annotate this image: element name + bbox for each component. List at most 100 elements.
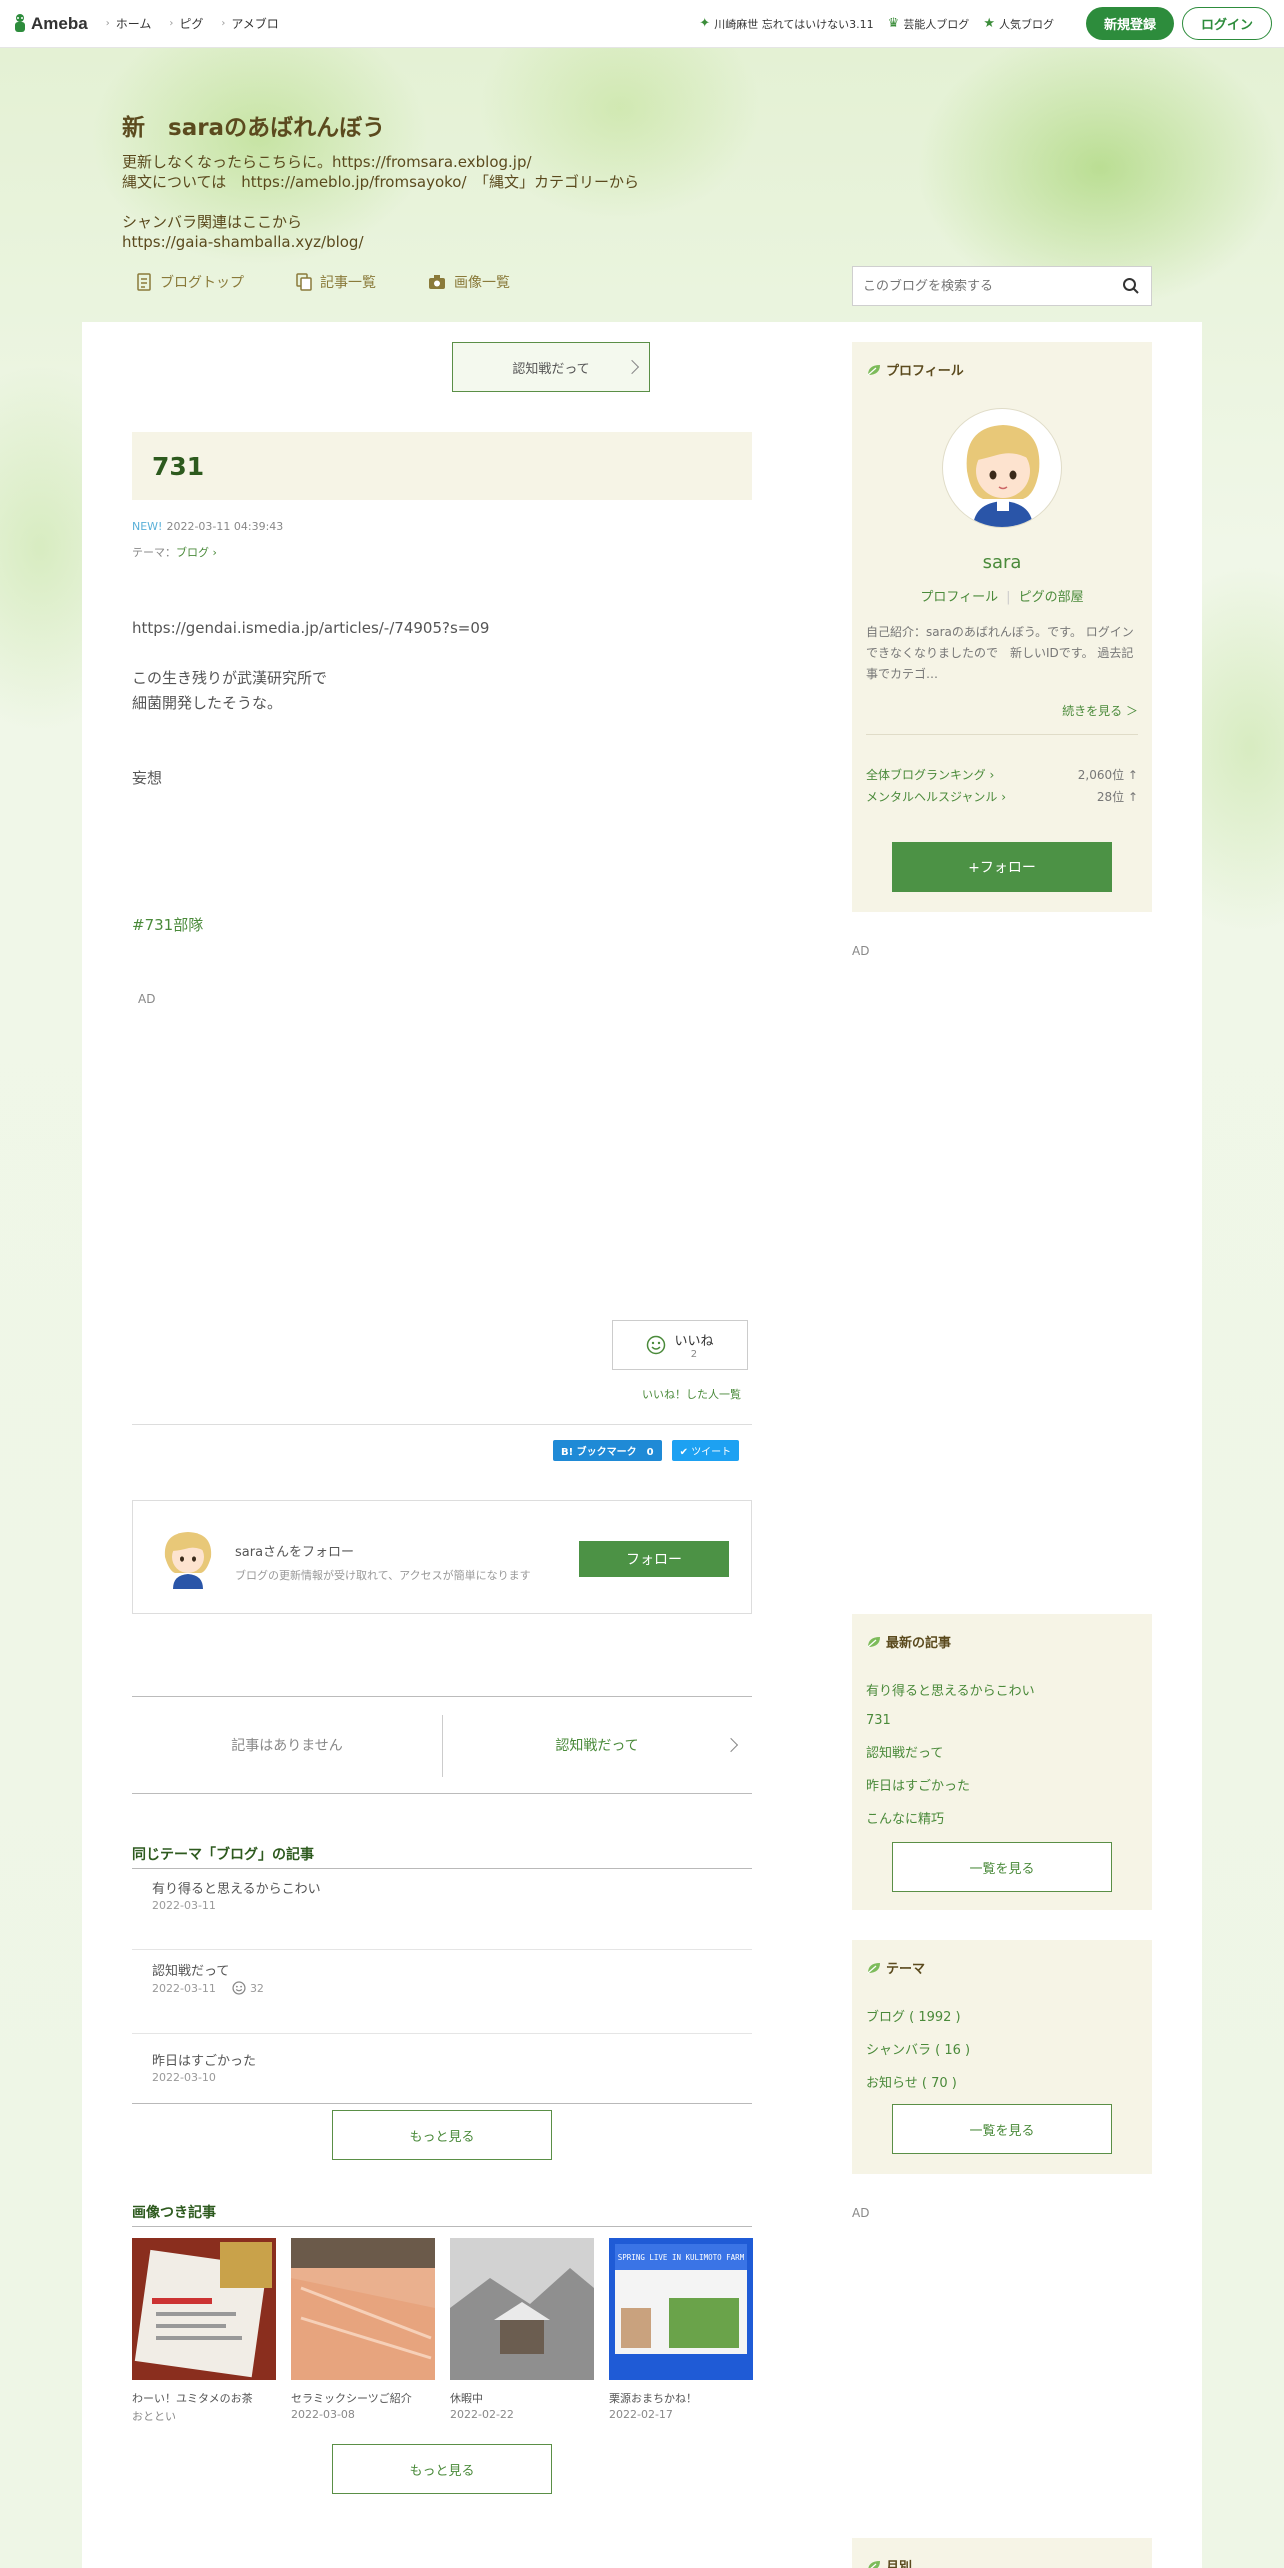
- chevron-right-icon: ›: [105, 18, 110, 29]
- blog-header: 新 saraのあばれんぼう 更新しなくなったらこちらに。https://from…: [122, 108, 822, 252]
- next-article-link[interactable]: 認知戦だって: [442, 1697, 752, 1793]
- monthly-heading: 月別: [866, 2556, 912, 2568]
- entry-title[interactable]: 731: [132, 432, 752, 500]
- crown-icon: ♛: [887, 16, 900, 31]
- ameba-logo-icon: [15, 13, 25, 32]
- signup-button[interactable]: 新規登録: [1085, 7, 1174, 40]
- follow-button[interactable]: +フォロー: [892, 842, 1112, 892]
- ameba-logo[interactable]: Ameba: [12, 13, 88, 35]
- image-article[interactable]: 休暇中 2022-02-22: [450, 2238, 594, 2424]
- nav-pigg-label: ピグ: [179, 17, 204, 31]
- avatar[interactable]: [942, 408, 1062, 528]
- image-list-link[interactable]: 画像一覧: [428, 272, 510, 292]
- view-all-button[interactable]: 一覧を見る: [892, 2104, 1112, 2154]
- entry-url: https://gendai.ismedia.jp/articles/-/749…: [132, 619, 490, 637]
- leaf-icon: [867, 1962, 880, 1973]
- image-article[interactable]: セラミックシーツご紹介 2022-03-08: [291, 2238, 435, 2424]
- profile-links: プロフィール | ピグの部屋: [852, 586, 1152, 605]
- thumbnail-date: 2022-03-08: [291, 2408, 355, 2421]
- nav-home[interactable]: › ホーム: [106, 15, 152, 32]
- theme-heading: テーマ: [866, 1958, 925, 1977]
- thumbnail-date: 2022-02-17: [609, 2408, 673, 2421]
- blog-top-link[interactable]: ブログトップ: [136, 272, 244, 292]
- chevron-right-icon: ›: [221, 18, 226, 29]
- article-list-label: 記事一覧: [320, 275, 376, 291]
- latest-list: 有り得ると思えるからこわい 731 認知戦だって 昨日はすごかった こんなに精巧: [866, 1680, 1035, 1841]
- celebrity-blog-link[interactable]: ♛ 芸能人ブログ: [888, 16, 970, 32]
- hatena-bookmark-button[interactable]: B! ブックマーク 0: [553, 1440, 662, 1461]
- image-article[interactable]: SPRING LIVE IN KULIMOTO FARM 栗源おまちかね！ 20…: [609, 2238, 753, 2424]
- monthly-heading-label: 月別: [886, 2560, 913, 2568]
- search-input[interactable]: [863, 278, 1111, 294]
- more-button[interactable]: もっと見る: [332, 2110, 552, 2160]
- hashtag-link[interactable]: #731部隊: [132, 914, 203, 935]
- liked-users-link[interactable]: いいね！した人一覧: [642, 1386, 741, 1402]
- pigg-room-link[interactable]: ピグの部屋: [1019, 590, 1084, 605]
- global-header: Ameba › ホーム › ピグ › アメブロ ✦ 川崎麻世 忘れてはいけない3.11 …: [0, 0, 1284, 48]
- next-article-label: 認知戦だって: [555, 1738, 639, 1754]
- list-item[interactable]: 731: [866, 1713, 1035, 1728]
- entry-paragraph: この生き残りが武漢研究所で 細菌開発したそうな。: [132, 666, 489, 716]
- list-item[interactable]: お知らせ ( 70 ): [866, 2072, 970, 2091]
- ranking-link[interactable]: 全体ブログランキング ›: [866, 766, 994, 783]
- related-title: 認知戦だって: [152, 1964, 230, 1979]
- list-item[interactable]: 昨日はすごかった 2022-03-10: [132, 2034, 752, 2104]
- leaf-icon: [867, 364, 880, 375]
- list-item[interactable]: 認知戦だって: [866, 1742, 1035, 1761]
- nav-ameblo[interactable]: › アメブロ: [221, 15, 278, 32]
- read-more-link[interactable]: 続きを見る ＞: [1062, 702, 1138, 719]
- follow-button[interactable]: フォロー: [579, 1541, 729, 1577]
- nav-ameblo-label: アメブロ: [231, 17, 279, 31]
- profile-name[interactable]: sara: [852, 552, 1152, 573]
- thumbnail-image: SPRING LIVE IN KULIMOTO FARM: [609, 2238, 753, 2380]
- profile-intro: 自己紹介：saraのあばれんぼう。です。 ログインできなくなりましたので 新しい…: [866, 625, 1134, 681]
- share-buttons: B! ブックマーク 0 ✔ ツイート: [553, 1440, 740, 1461]
- prev-next-nav: 記事はありません 認知戦だって: [132, 1696, 752, 1794]
- related-likes: 32: [249, 1981, 264, 1995]
- article-list-link[interactable]: 記事一覧: [296, 272, 376, 292]
- popular-blog-link[interactable]: ★ 人気ブログ: [983, 16, 1054, 32]
- nav-home-label: ホーム: [115, 17, 152, 31]
- smile-icon: [232, 1981, 246, 1995]
- profile-heading: プロフィール: [866, 360, 964, 379]
- trending-link[interactable]: ✦ 川崎麻世 忘れてはいけない3.11: [699, 16, 873, 32]
- ranking-link[interactable]: メンタルヘルスジャンル ›: [866, 788, 1006, 805]
- like-button[interactable]: いいね 2: [612, 1320, 748, 1370]
- related-title: 有り得ると思えるからこわい: [152, 1882, 321, 1897]
- thumbnail-date: 2022-02-22: [450, 2408, 514, 2421]
- related-title: 昨日はすごかった: [152, 2054, 257, 2069]
- leaf-icon: [868, 2560, 880, 2568]
- follow-box: saraさんをフォロー ブログの更新情報が受け取れて、アクセスが簡単になります …: [132, 1500, 752, 1614]
- follow-name: saraさんをフォロー: [235, 1545, 355, 1560]
- profile-link[interactable]: プロフィール: [920, 590, 998, 605]
- divider: [132, 1424, 752, 1425]
- separator: |: [1006, 590, 1011, 605]
- list-item[interactable]: 認知戦だって 2022-03-11 32: [132, 1960, 752, 2034]
- login-button[interactable]: ログイン: [1181, 7, 1272, 40]
- celebrity-blog-label: 芸能人ブログ: [903, 17, 970, 31]
- thumbnail-image: [450, 2238, 594, 2380]
- theme-list: ブログ ( 1992 ) シャンバラ ( 16 ) お知らせ ( 70 ): [866, 2006, 970, 2105]
- more-button[interactable]: もっと見る: [332, 2444, 552, 2494]
- list-item[interactable]: 昨日はすごかった: [866, 1775, 1035, 1794]
- tweet-button[interactable]: ✔ ツイート: [671, 1440, 740, 1461]
- search-icon[interactable]: [1111, 277, 1151, 295]
- theme-link[interactable]: ブログ: [176, 546, 209, 559]
- ranking-value: 28位 ↑: [1096, 790, 1138, 804]
- next-article-button[interactable]: 認知戦だって: [452, 342, 650, 392]
- content-panel: 認知戦だって 731 NEW! 2022-03-11 04:39:43 テーマ：ブ…: [82, 322, 1202, 2568]
- chevron-right-icon: [723, 1737, 739, 1753]
- list-item[interactable]: ブログ ( 1992 ): [866, 2006, 970, 2025]
- chevron-right-icon: [624, 359, 640, 375]
- list-item[interactable]: 有り得ると思えるからこわい: [866, 1680, 1035, 1699]
- list-item[interactable]: 有り得ると思えるからこわい 2022-03-11: [132, 1878, 752, 1950]
- blog-title[interactable]: 新 saraのあばれんぼう: [122, 108, 822, 142]
- camera-icon: [429, 275, 445, 289]
- list-item[interactable]: シャンバラ ( 16 ): [866, 2039, 970, 2058]
- image-article[interactable]: わーい！ユミタメのお茶 おととい: [132, 2238, 276, 2424]
- nav-pigg[interactable]: › ピグ: [169, 15, 203, 32]
- view-all-button[interactable]: 一覧を見る: [892, 1842, 1112, 1892]
- related-date: 2022-03-11: [152, 1899, 216, 1912]
- list-item[interactable]: こんなに精巧: [866, 1808, 1035, 1827]
- thumbnail-date: おととい: [132, 2410, 176, 2423]
